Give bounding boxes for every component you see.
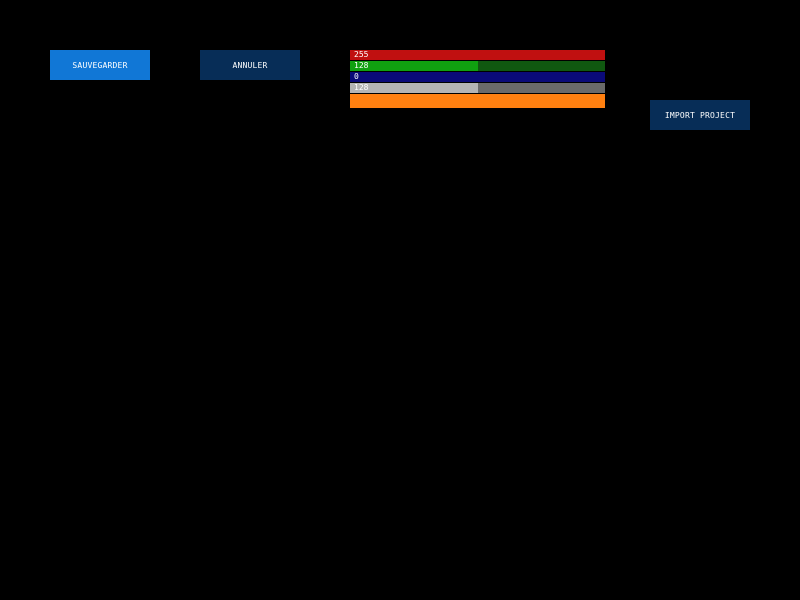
cancel-button[interactable]: ANNULER (200, 50, 300, 80)
save-button[interactable]: SAUVEGARDER (50, 50, 150, 80)
alpha-slider-fill (350, 83, 478, 93)
green-slider[interactable]: 128 (350, 61, 605, 71)
blue-slider[interactable]: 0 (350, 72, 605, 82)
red-slider[interactable]: 255 (350, 50, 605, 60)
green-slider-fill (350, 61, 478, 71)
alpha-slider[interactable]: 128 (350, 83, 605, 93)
blue-slider-track (350, 72, 605, 82)
color-preview-swatch (350, 94, 605, 108)
red-slider-fill (350, 50, 605, 60)
color-picker: 255 128 0 128 (350, 50, 605, 108)
import-project-button[interactable]: IMPORT PROJECT (650, 100, 750, 130)
